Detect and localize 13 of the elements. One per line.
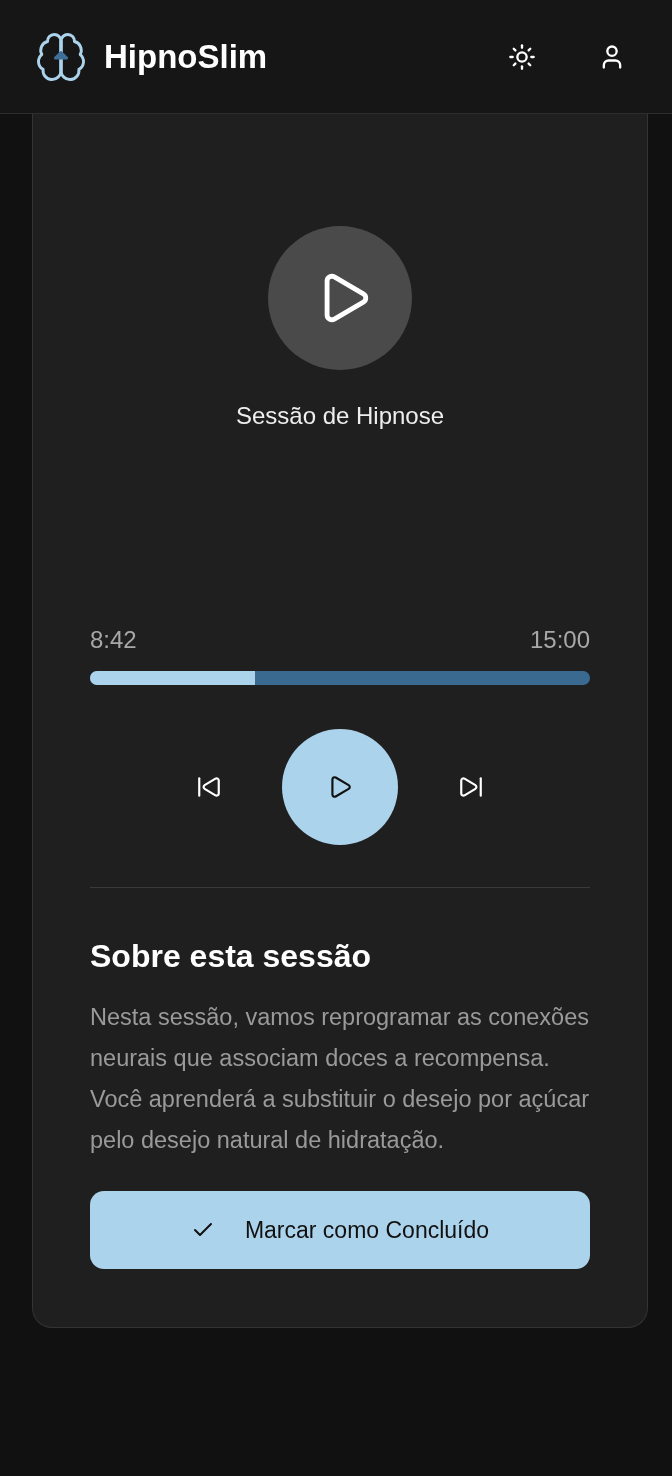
- about-text: Nesta sessão, vamos reprogramar as conexões neurais que associam doces a recompensa. Você aprenderá a substituir o desejo por açúcar pelo desejo natural de hidratação.: [90, 1003, 590, 1155]
- skip-back-icon: [196, 774, 222, 800]
- sun-icon: [508, 42, 536, 71]
- app-title: HipnoSlim: [104, 37, 268, 76]
- elapsed-time: 8:42: [90, 626, 137, 654]
- skip-forward-button[interactable]: [458, 774, 484, 800]
- skip-back-button[interactable]: [196, 774, 222, 800]
- total-duration: 15:00: [529, 626, 590, 654]
- session-title: Sessão de Hipnose: [234, 402, 446, 430]
- about-heading: Sobre esta sessão: [90, 938, 373, 975]
- skip-forward-icon: [458, 774, 484, 800]
- mark-complete-button[interactable]: Marcar como Concluído: [90, 1191, 590, 1269]
- progress-track[interactable]: [90, 671, 590, 685]
